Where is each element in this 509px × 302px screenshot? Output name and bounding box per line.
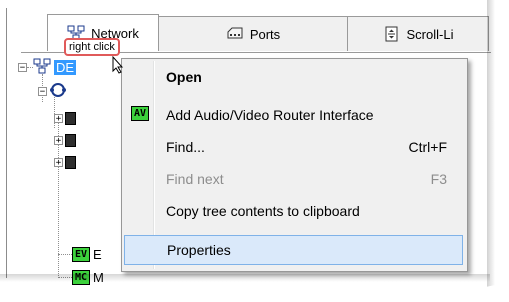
ev-badge-icon: EV (72, 247, 91, 262)
expand-icon[interactable]: + (54, 136, 63, 146)
mouse-cursor-icon (112, 55, 124, 77)
context-menu: Open AV Add Audio/Video Router Interface… (121, 58, 468, 272)
tree-node-ev-label: E (93, 247, 102, 262)
menu-item-properties[interactable]: Properties (124, 235, 463, 265)
device-icon (65, 156, 76, 169)
right-click-callout: right click (64, 38, 120, 56)
tab-scroll-list-label: Scroll-Li (406, 26, 454, 42)
screenshot-frame: Network Ports Scroll-Li right click − DE… (0, 0, 509, 302)
tree-node-ev[interactable]: EV E (72, 247, 102, 262)
collapse-icon[interactable]: − (38, 87, 47, 97)
torn-edge-shadow (0, 274, 490, 282)
tab-scroll-list[interactable]: Scroll-Li (347, 16, 489, 51)
menu-item-find-next-label: Find next (166, 171, 224, 187)
menu-item-open-label: Open (166, 69, 202, 85)
menu-item-find[interactable]: Find... Ctrl+F (124, 133, 463, 161)
menu-item-copy-tree-label: Copy tree contents to clipboard (166, 203, 360, 219)
expand-icon[interactable]: + (54, 158, 63, 168)
menu-item-find-shortcut: Ctrl+F (408, 139, 448, 155)
menu-item-copy-tree[interactable]: Copy tree contents to clipboard (124, 197, 463, 225)
tree-node-child[interactable]: + (54, 112, 76, 125)
menu-item-find-label: Find... (166, 139, 205, 155)
ports-icon (226, 26, 244, 42)
tab-ports-label: Ports (249, 26, 281, 42)
tree-node-child[interactable]: + (54, 134, 76, 147)
device-root-icon (33, 58, 51, 77)
menu-item-properties-label: Properties (167, 242, 231, 258)
tree-node-root[interactable]: − DE (18, 58, 77, 77)
menu-item-add-av-router-label: Add Audio/Video Router Interface (166, 107, 374, 123)
torn-edge-shadow (487, 0, 495, 290)
tree-node-root-label: DE (54, 60, 77, 75)
router-icon (49, 82, 67, 101)
device-icon (65, 112, 76, 125)
menu-item-add-av-router[interactable]: AV Add Audio/Video Router Interface (124, 101, 463, 129)
menu-item-find-next[interactable]: Find next F3 (124, 165, 463, 193)
menu-item-find-next-shortcut: F3 (430, 171, 447, 187)
scroll-list-icon (383, 26, 401, 42)
tree-line (58, 254, 72, 255)
tab-ports[interactable]: Ports (157, 16, 349, 51)
menu-item-open[interactable]: Open (124, 63, 463, 91)
expand-icon[interactable]: + (54, 114, 63, 124)
device-icon (65, 134, 76, 147)
collapse-icon[interactable]: − (18, 63, 27, 73)
tree-node-child[interactable]: + (54, 156, 76, 169)
tree-node-router[interactable]: − (38, 82, 67, 101)
av-icon: AV (131, 106, 150, 121)
